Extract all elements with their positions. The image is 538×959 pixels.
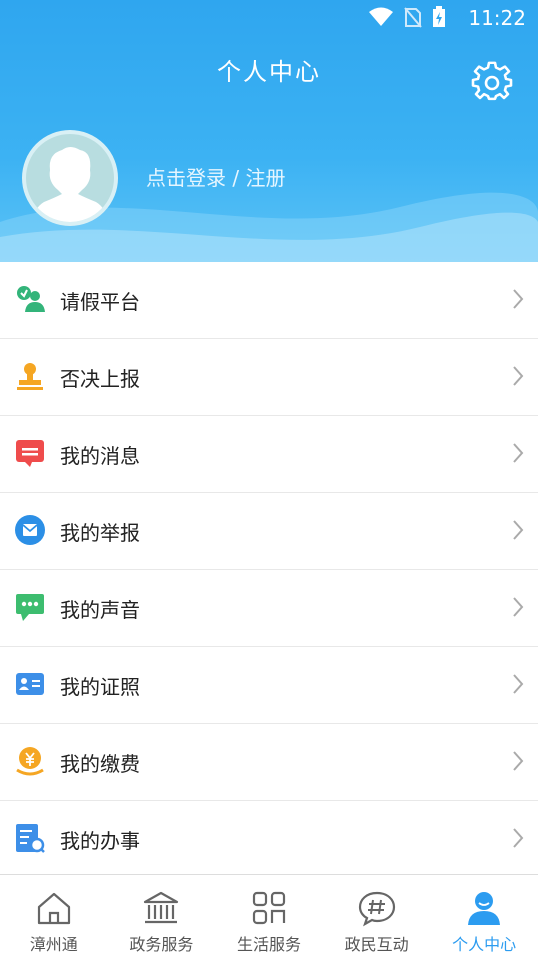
tab-label: 政务服务 xyxy=(129,935,194,954)
chevron-right-icon xyxy=(513,597,524,617)
voice-icon xyxy=(16,594,44,621)
tab-label: 政民互动 xyxy=(344,935,409,954)
status-bar: 11:22 xyxy=(0,0,538,36)
menu-item-label: 我的证照 xyxy=(60,675,140,699)
person-icon xyxy=(468,892,501,925)
chevron-right-icon xyxy=(513,828,524,848)
tab-label: 个人中心 xyxy=(452,935,517,954)
menu-item-report[interactable]: 我的举报 xyxy=(0,493,538,570)
menu-item-label: 我的声音 xyxy=(60,598,140,622)
chevron-right-icon xyxy=(513,674,524,694)
menu-item-voice[interactable]: 我的声音 xyxy=(0,570,538,647)
avatar[interactable] xyxy=(22,130,118,226)
chevron-right-icon xyxy=(513,366,524,386)
chevron-right-icon xyxy=(513,751,524,771)
tab-zhangzhoutong[interactable]: 漳州通 xyxy=(0,875,108,959)
menu-item-affairs[interactable]: 我的办事 xyxy=(0,801,538,878)
leave-icon xyxy=(17,286,45,312)
report-icon xyxy=(15,515,45,545)
menu-item-leave[interactable]: 请假平台 xyxy=(0,262,538,339)
menu-item-license[interactable]: 我的证照 xyxy=(0,647,538,724)
menu-item-label: 我的消息 xyxy=(60,444,140,468)
menu-item-payment[interactable]: 我的缴费 xyxy=(0,724,538,801)
status-time: 11:22 xyxy=(468,6,526,30)
profile-header: 11:22 个人中心 点击登录 / 注册 xyxy=(0,0,538,262)
menu-item-label: 我的缴费 xyxy=(60,752,140,776)
page-title: 个人中心 xyxy=(217,58,321,86)
tab-government-services[interactable]: 政务服务 xyxy=(108,875,216,959)
chevron-right-icon xyxy=(513,289,524,309)
menu-item-veto[interactable]: 否决上报 xyxy=(0,339,538,416)
default-avatar-icon xyxy=(32,147,108,222)
login-register-link[interactable]: 点击登录 / 注册 xyxy=(146,162,285,191)
menu-item-messages[interactable]: 我的消息 xyxy=(0,416,538,493)
no-sim-icon xyxy=(404,7,422,28)
government-icon xyxy=(144,891,179,924)
wifi-icon xyxy=(369,7,393,26)
tab-interaction[interactable]: 政民互动 xyxy=(323,875,431,959)
affairs-icon xyxy=(16,824,45,853)
message-icon xyxy=(16,440,44,467)
grid-icon xyxy=(252,891,286,925)
chevron-right-icon xyxy=(513,443,524,463)
payment-icon xyxy=(16,747,44,776)
menu-item-label: 我的举报 xyxy=(60,521,140,545)
tab-personal-center[interactable]: 个人中心 xyxy=(430,875,538,959)
menu-item-label: 请假平台 xyxy=(60,290,140,314)
tab-label: 漳州通 xyxy=(29,935,78,954)
tab-label: 生活服务 xyxy=(236,935,301,954)
menu-item-label: 我的办事 xyxy=(60,829,140,853)
home-icon xyxy=(37,892,70,925)
chevron-right-icon xyxy=(513,520,524,540)
gear-icon[interactable] xyxy=(470,60,514,104)
bottom-tab-bar: 漳州通 政务服务 生活服务 政民互动 个人中心 xyxy=(0,874,538,959)
stamp-icon xyxy=(17,363,43,390)
battery-charging-icon xyxy=(433,6,445,27)
menu-list: 请假平台 否决上报 我的消息 我的举报 我的声音 我的证照 我的缴费 我的办事 xyxy=(0,262,538,878)
menu-item-label: 否决上报 xyxy=(60,367,140,391)
hashtag-chat-icon xyxy=(358,891,395,927)
license-icon xyxy=(16,673,44,695)
tab-life-services[interactable]: 生活服务 xyxy=(215,875,323,959)
